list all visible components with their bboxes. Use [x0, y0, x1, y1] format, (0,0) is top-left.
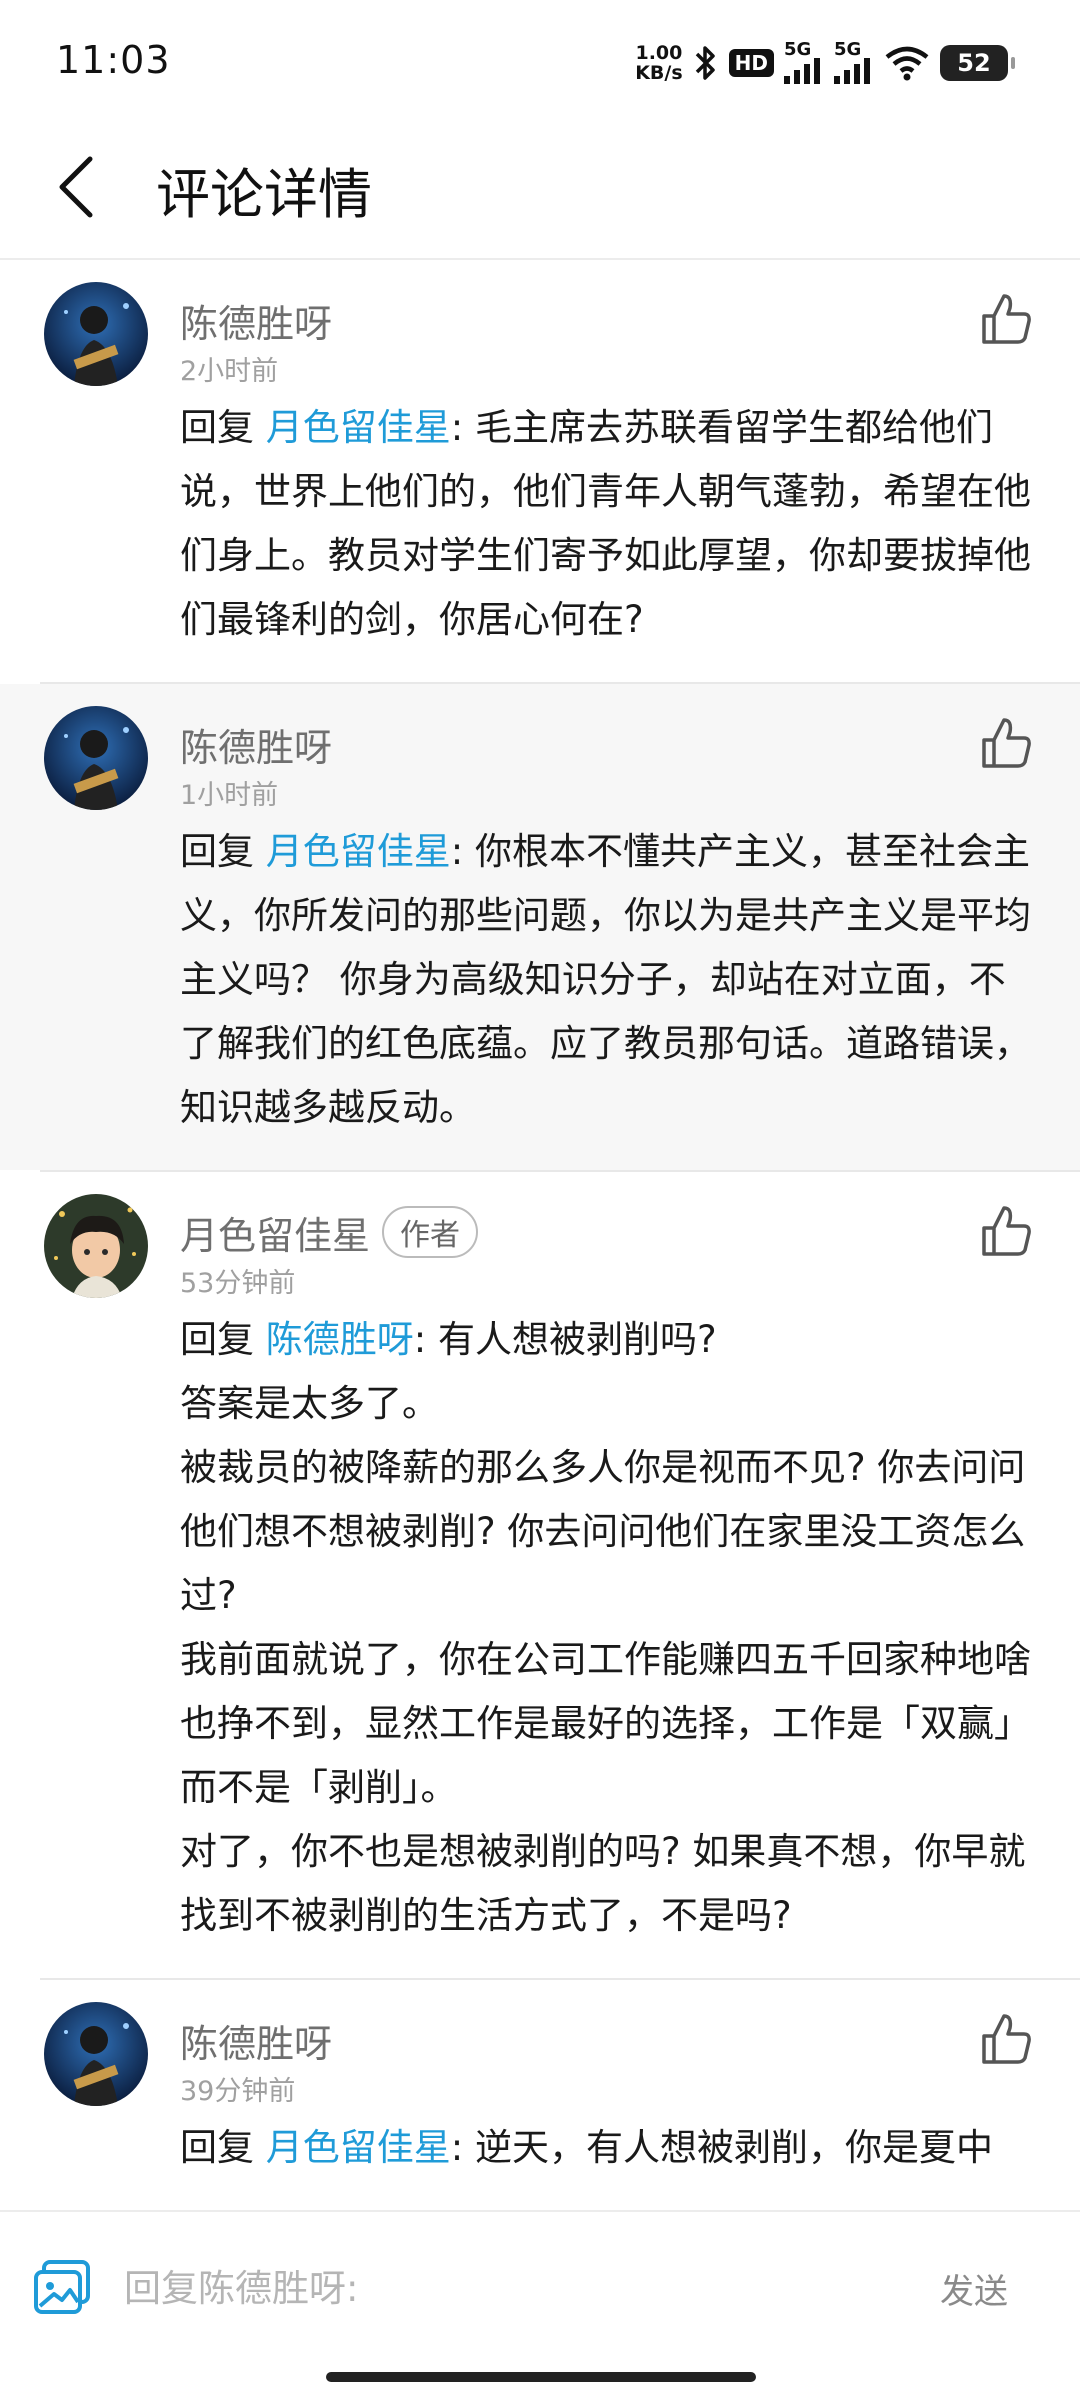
- back-arrow-icon: [59, 156, 93, 218]
- thumbs-up-icon: [982, 1206, 1031, 1256]
- avatar[interactable]: [44, 706, 148, 810]
- avatar[interactable]: [44, 2002, 148, 2106]
- reply-bar: 发送: [0, 2210, 1080, 2362]
- avatar[interactable]: [44, 1194, 148, 1298]
- comment-text: 回复 月色留佳星: 毛主席去苏联看留学生都给他们说，世界上他们的，他们青年人朝气…: [180, 406, 1031, 641]
- status-icons: 1.00 KB/s HD 5G 5G 52: [635, 38, 1015, 88]
- back-button[interactable]: [36, 142, 116, 232]
- like-button[interactable]: [976, 290, 1036, 350]
- mention-link[interactable]: 陈德胜呀: [266, 1318, 414, 1361]
- comment-item[interactable]: 陈德胜呀 1小时前 回复 月色留佳星: 你根本不懂共产主义，甚至社会主义，你所发…: [0, 684, 1080, 1170]
- comment-item[interactable]: 月色留佳星 作者 53分钟前 回复 陈德胜呀: 有人想被剥削吗? 答案是太多了。…: [0, 1172, 1080, 1978]
- comment-time: 2小时前: [180, 356, 279, 387]
- mention-link[interactable]: 月色留佳星: [266, 2126, 451, 2169]
- comment-time: 53分钟前: [180, 1268, 296, 1299]
- header: 评论详情: [0, 120, 1080, 260]
- author-badge: 作者: [382, 1206, 479, 1258]
- like-button[interactable]: [976, 714, 1036, 774]
- reply-input[interactable]: [122, 2252, 906, 2324]
- comment-item[interactable]: 陈德胜呀 39分钟前 回复 月色留佳星: 逆天，有人想被剥削，你是夏中: [0, 1980, 1080, 2210]
- wifi-icon: [885, 46, 929, 81]
- commenter-name[interactable]: 陈德胜呀: [180, 717, 332, 772]
- commenter-name[interactable]: 陈德胜呀: [180, 293, 332, 348]
- thumbs-up-icon: [982, 718, 1031, 768]
- send-button[interactable]: 发送: [940, 2264, 1008, 2313]
- status-time: 11:03: [56, 38, 171, 82]
- net-speed: 1.00 KB/s: [635, 42, 683, 84]
- signal-icon: 5G: [784, 41, 824, 84]
- comment-item[interactable]: 陈德胜呀 2小时前 回复 月色留佳星: 毛主席去苏联看留学生都给他们说，世界上他…: [0, 260, 1080, 682]
- mention-link[interactable]: 月色留佳星: [266, 830, 451, 873]
- hd-badge: HD: [728, 49, 774, 77]
- avatar[interactable]: [44, 282, 148, 386]
- commenter-name[interactable]: 月色留佳星: [180, 1205, 370, 1260]
- thumbs-up-icon: [982, 294, 1031, 344]
- like-button[interactable]: [976, 2010, 1036, 2070]
- comment-time: 39分钟前: [180, 2076, 296, 2107]
- battery-icon: 52: [940, 45, 1015, 81]
- comment-text: 回复 月色留佳星: 逆天，有人想被剥削，你是夏中: [180, 2126, 993, 2169]
- mention-link[interactable]: 月色留佳星: [266, 406, 451, 449]
- comment-list[interactable]: 陈德胜呀 2小时前 回复 月色留佳星: 毛主席去苏联看留学生都给他们说，世界上他…: [0, 260, 1080, 2210]
- comment-text: 回复 陈德胜呀: 有人想被剥削吗? 答案是太多了。 被裁员的被降薪的那么多人你是…: [180, 1318, 1031, 1937]
- comment-text: 回复 月色留佳星: 你根本不懂共产主义，甚至社会主义，你所发问的那些问题，你以为…: [180, 830, 1031, 1129]
- commenter-name[interactable]: 陈德胜呀: [180, 2013, 332, 2068]
- like-button[interactable]: [976, 1202, 1036, 1262]
- home-indicator[interactable]: [326, 2372, 756, 2382]
- signal-icon: 5G: [834, 41, 874, 84]
- thumbs-up-icon: [982, 2014, 1031, 2064]
- status-bar: 11:03 1.00 KB/s HD 5G 5G 52: [0, 0, 1080, 120]
- bluetooth-icon: [695, 46, 715, 80]
- image-icon: [34, 2260, 90, 2314]
- image-button[interactable]: [30, 2256, 94, 2320]
- page-title: 评论详情: [156, 163, 372, 226]
- comment-time: 1小时前: [180, 780, 279, 811]
